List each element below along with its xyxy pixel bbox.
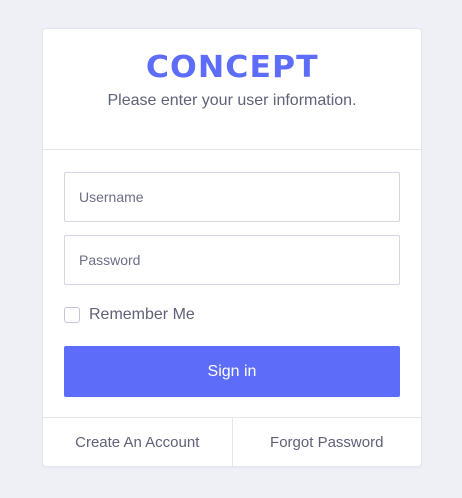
password-input[interactable] (64, 235, 400, 285)
subtitle: Please enter your user information. (107, 92, 357, 109)
remember-me[interactable]: Remember Me (64, 305, 400, 325)
sign-in-button[interactable]: Sign in (64, 346, 400, 397)
username-input[interactable] (64, 172, 400, 222)
remember-me-checkbox[interactable] (64, 307, 80, 323)
remember-me-label: Remember Me (89, 306, 195, 323)
card-header: CONCEPT Please enter your user informati… (43, 29, 421, 150)
login-card: CONCEPT Please enter your user informati… (42, 28, 422, 467)
create-account-link[interactable]: Create An Account (43, 418, 232, 466)
card-footer: Create An Account Forgot Password (43, 417, 421, 466)
forgot-password-link[interactable]: Forgot Password (231, 418, 422, 466)
login-form: Remember Me Sign in (43, 150, 421, 397)
logo: CONCEPT (145, 50, 319, 85)
